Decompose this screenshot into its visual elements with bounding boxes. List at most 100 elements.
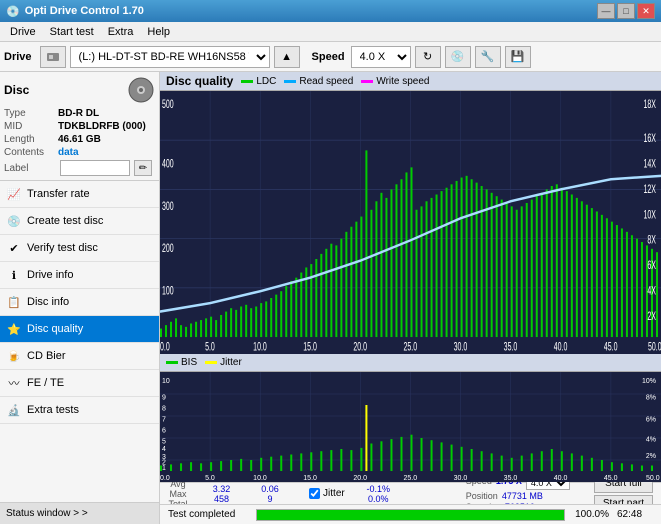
status-window-button[interactable]: Status window > >: [0, 502, 159, 524]
fe-te-icon: 〰: [6, 375, 22, 391]
disc-button[interactable]: 💿: [445, 46, 471, 68]
progress-row: Test completed 100.0% 62:48: [160, 504, 661, 524]
svg-text:300: 300: [162, 200, 174, 213]
jitter-max: 0.0%: [368, 494, 389, 504]
svg-text:10.0: 10.0: [253, 341, 267, 354]
sidebar-item-verify-test-disc[interactable]: ✔ Verify test disc: [0, 235, 159, 262]
speed-select[interactable]: 4.0 X: [351, 46, 411, 68]
svg-text:40.0: 40.0: [554, 472, 568, 481]
svg-text:40.0: 40.0: [554, 341, 568, 354]
extra-tests-icon: 🔬: [6, 402, 22, 418]
label-input[interactable]: [60, 160, 130, 176]
disc-icon: [127, 76, 155, 104]
position-row: Position 47731 MB: [466, 491, 570, 501]
verify-test-disc-label: Verify test disc: [27, 242, 98, 254]
sidebar-item-disc-info[interactable]: 📋 Disc info: [0, 289, 159, 316]
drive-select[interactable]: (L:) HL-DT-ST BD-RE WH16NS58 TST4: [70, 46, 270, 68]
sidebar-nav: 📈 Transfer rate 💿 Create test disc ✔ Ver…: [0, 181, 159, 502]
svg-text:45.0: 45.0: [604, 472, 618, 481]
eject-button[interactable]: ▲: [274, 46, 300, 68]
svg-text:4%: 4%: [646, 434, 657, 443]
sidebar-item-create-test-disc[interactable]: 💿 Create test disc: [0, 208, 159, 235]
jitter-checkbox[interactable]: [309, 488, 320, 499]
svg-text:35.0: 35.0: [504, 341, 518, 354]
chart-area: Disc quality LDC Read speed Write speed: [160, 72, 661, 524]
verify-test-disc-icon: ✔: [6, 240, 22, 256]
ldc-max: 458: [214, 494, 229, 504]
label-edit-button[interactable]: ✏: [134, 160, 152, 176]
max-label: Max: [169, 489, 186, 499]
bis-legend-dot: [166, 361, 178, 364]
sidebar-item-extra-tests[interactable]: 🔬 Extra tests: [0, 397, 159, 424]
save-button[interactable]: 💾: [505, 46, 531, 68]
disc-type-row: Type BD-R DL: [4, 108, 155, 119]
svg-text:6X: 6X: [647, 259, 656, 272]
chart-title: Disc quality: [166, 74, 233, 88]
contents-label: Contents: [4, 147, 56, 158]
speed-label: Speed: [312, 51, 345, 63]
menu-drive[interactable]: Drive: [4, 25, 42, 39]
disc-panel: Disc Type BD-R DL MID TDKBLDRFB (000) Le…: [0, 72, 159, 181]
svg-text:7: 7: [162, 414, 166, 423]
disc-title: Disc: [4, 83, 29, 97]
toolbar: Drive (L:) HL-DT-ST BD-RE WH16NS58 TST4 …: [0, 42, 661, 72]
cd-bier-icon: 🍺: [6, 348, 22, 364]
svg-text:10: 10: [162, 376, 170, 385]
sidebar-item-disc-quality[interactable]: ⭐ Disc quality: [0, 316, 159, 343]
svg-text:5.0: 5.0: [205, 472, 215, 481]
refresh-button[interactable]: ↻: [415, 46, 441, 68]
ldc-legend-dot: [241, 80, 253, 83]
read-speed-legend: Read speed: [284, 76, 353, 87]
settings-button[interactable]: 🔧: [475, 46, 501, 68]
disc-info-icon: 📋: [6, 294, 22, 310]
app-title: Opti Drive Control 1.70: [25, 5, 144, 17]
fe-te-label: FE / TE: [27, 377, 64, 389]
title-bar-controls: — □ ✕: [597, 3, 655, 19]
progress-bar-outer: [256, 509, 565, 521]
sidebar-item-transfer-rate[interactable]: 📈 Transfer rate: [0, 181, 159, 208]
title-bar-left: 💿 Opti Drive Control 1.70: [6, 5, 144, 18]
drive-info-label: Drive info: [27, 269, 73, 281]
svg-text:0.0: 0.0: [160, 472, 170, 481]
sidebar: Disc Type BD-R DL MID TDKBLDRFB (000) Le…: [0, 72, 160, 524]
menu-start-test[interactable]: Start test: [44, 25, 100, 39]
read-speed-legend-dot: [284, 80, 296, 83]
svg-text:45.0: 45.0: [604, 341, 618, 354]
maximize-button[interactable]: □: [617, 3, 635, 19]
close-button[interactable]: ✕: [637, 3, 655, 19]
drive-icon: [40, 46, 66, 68]
ldc-chart-header: Disc quality LDC Read speed Write speed: [160, 72, 661, 91]
svg-text:16X: 16X: [644, 132, 657, 145]
menu-help[interactable]: Help: [141, 25, 176, 39]
svg-text:2X: 2X: [647, 310, 656, 323]
contents-value: data: [58, 147, 79, 158]
create-test-disc-label: Create test disc: [27, 215, 103, 227]
svg-text:15.0: 15.0: [303, 472, 317, 481]
svg-text:5.0: 5.0: [205, 341, 215, 354]
label-label: Label: [4, 163, 56, 174]
svg-text:9: 9: [162, 392, 166, 401]
stats-row: Avg Max Total LDC 3.32 458 2533571 BIS 0…: [160, 482, 661, 504]
svg-text:10.0: 10.0: [253, 472, 267, 481]
cd-bier-label: CD Bier: [27, 350, 66, 362]
jitter-col: -0.1% 0.0%: [361, 484, 396, 504]
transfer-rate-icon: 📈: [6, 186, 22, 202]
menu-extra[interactable]: Extra: [102, 25, 140, 39]
transfer-rate-label: Transfer rate: [27, 188, 90, 200]
read-speed-legend-label: Read speed: [299, 76, 353, 87]
svg-text:100: 100: [162, 285, 174, 298]
ldc-avg: 3.32: [213, 484, 231, 494]
svg-text:6: 6: [162, 425, 166, 434]
disc-length-row: Length 46.61 GB: [4, 134, 155, 145]
svg-text:35.0: 35.0: [504, 472, 518, 481]
svg-text:8X: 8X: [647, 234, 656, 247]
minimize-button[interactable]: —: [597, 3, 615, 19]
main-content: Disc Type BD-R DL MID TDKBLDRFB (000) Le…: [0, 72, 661, 524]
jitter-legend-label: Jitter: [220, 357, 242, 368]
sidebar-item-cd-bier[interactable]: 🍺 CD Bier: [0, 343, 159, 370]
svg-text:400: 400: [162, 158, 174, 171]
bis-chart-header: BIS Jitter: [160, 354, 661, 372]
sidebar-item-drive-info[interactable]: ℹ Drive info: [0, 262, 159, 289]
sidebar-item-fe-te[interactable]: 〰 FE / TE: [0, 370, 159, 397]
svg-text:0.0: 0.0: [160, 341, 170, 354]
